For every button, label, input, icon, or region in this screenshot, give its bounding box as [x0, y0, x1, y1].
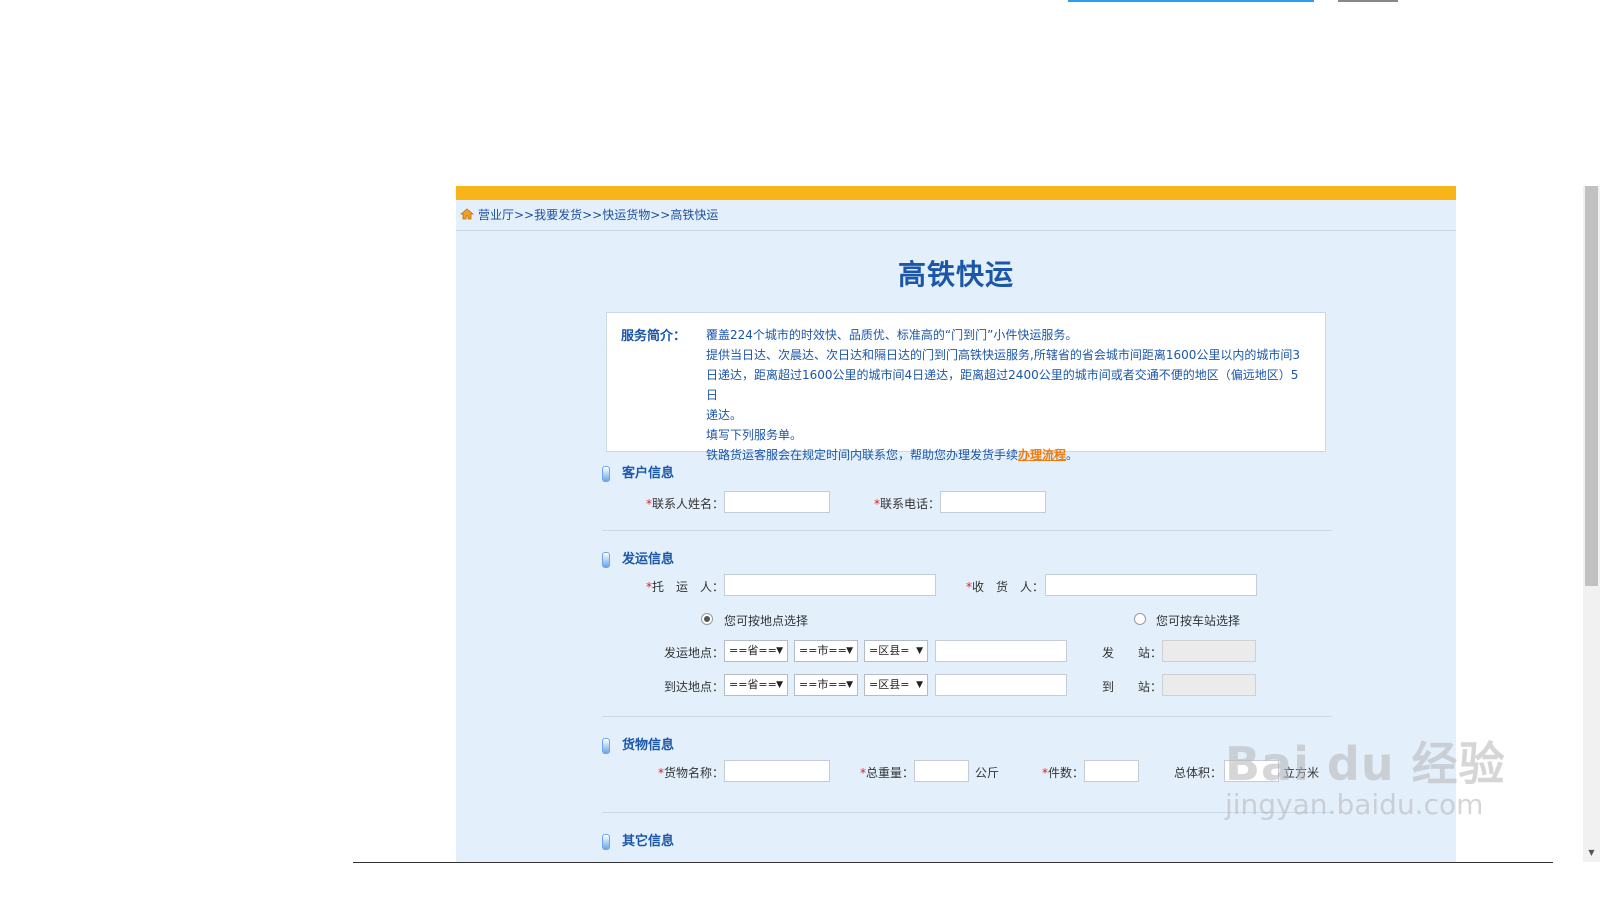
watermark-logo-text: Bai du 经验 — [1225, 737, 1506, 791]
section-title: 发运信息 — [622, 552, 675, 567]
origin-province-select[interactable]: ==省== ▼ — [724, 640, 788, 662]
total-volume-label: 总体积： — [1174, 766, 1223, 780]
station-mode-label[interactable]: 您可按车站选择 — [1156, 612, 1240, 629]
cargo-name-label: *货物名称： — [658, 766, 725, 780]
contact-phone-input[interactable] — [940, 491, 1046, 513]
intro-line: 覆盖224个城市的时效快、品质优、标准高的“门到门”小件快运服务。 — [706, 328, 1078, 342]
origin-county-select[interactable]: =区县= ▼ — [864, 640, 928, 662]
receiver-label: *收 货 人： — [966, 580, 1045, 594]
intro-line: 递达。 — [706, 408, 743, 422]
intro-line: 填写下列服务单。 — [706, 428, 803, 442]
chevron-down-icon: ▼ — [776, 680, 783, 690]
station-mode-radio[interactable] — [1134, 613, 1146, 625]
process-link[interactable]: 办理流程 — [1018, 448, 1066, 462]
other-section-heading: 其它信息 — [602, 830, 674, 850]
section-title: 客户信息 — [622, 466, 675, 481]
intro-line-text: 铁路货运客服会在规定时间内联系您，帮助您办理发货手续 — [706, 448, 1019, 462]
location-mode-label[interactable]: 您可按地点选择 — [724, 612, 808, 629]
receiver-input[interactable] — [1045, 574, 1257, 596]
section-title: 其它信息 — [622, 834, 675, 849]
baidu-watermark: Bai du 经验 jingyan.baidu.com — [1225, 728, 1506, 821]
section-marker-icon — [602, 737, 610, 754]
contact-phone-label: *联系电话： — [874, 497, 941, 511]
origin-station-input[interactable] — [1162, 640, 1256, 662]
header-accent-bar — [456, 186, 1456, 200]
cargo-name-input[interactable] — [724, 760, 830, 782]
weight-unit: 公斤 — [975, 766, 1000, 780]
customer-section-heading: 客户信息 — [602, 462, 674, 482]
dest-address-input[interactable] — [935, 674, 1067, 696]
breadcrumb-text[interactable]: 营业厅>>我要发货>>快运货物>>高铁快运 — [478, 208, 718, 222]
intro-label: 服务简介： — [621, 329, 687, 344]
chevron-down-icon: ▼ — [846, 646, 853, 656]
cargo-section-heading: 货物信息 — [602, 734, 674, 754]
dest-province-select[interactable]: ==省== ▼ — [724, 674, 788, 696]
service-intro-box: 服务简介： 覆盖224个城市的时效快、品质优、标准高的“门到门”小件快运服务。 … — [606, 312, 1326, 462]
dest-station-input[interactable] — [1162, 674, 1256, 696]
origin-location-label: 发运地点： — [664, 646, 725, 660]
top-tab-indicator — [1068, 0, 1314, 2]
destination-location-label: 到达地点： — [664, 680, 725, 694]
total-weight-label: *总重量： — [860, 766, 915, 780]
dest-station-label: 到 站： — [1102, 680, 1163, 694]
intro-line: 提供当日达、次晨达、次日达和隔日达的门到门高铁快运服务,所辖省的省会城市间距离1… — [706, 348, 1300, 362]
origin-station-label: 发 站： — [1102, 646, 1163, 660]
shipper-input[interactable] — [724, 574, 936, 596]
dest-county-select[interactable]: =区县= ▼ — [864, 674, 928, 696]
intro-line-end: 。 — [1066, 448, 1079, 462]
dest-city-select[interactable]: ==市== ▼ — [794, 674, 858, 696]
bottom-border — [353, 862, 1553, 863]
origin-address-input[interactable] — [935, 640, 1067, 662]
section-title: 货物信息 — [622, 738, 675, 753]
section-divider — [602, 530, 1332, 531]
breadcrumb[interactable]: 营业厅>>我要发货>>快运货物>>高铁快运 — [456, 200, 1456, 231]
intro-text: 覆盖224个城市的时效快、品质优、标准高的“门到门”小件快运服务。 提供当日达、… — [706, 325, 1306, 465]
section-marker-icon — [602, 833, 610, 850]
section-divider — [602, 812, 1332, 813]
shipper-label: *托 运 人： — [646, 580, 725, 594]
top-tab-indicator-gray — [1338, 0, 1398, 2]
origin-city-select[interactable]: ==市== ▼ — [794, 640, 858, 662]
scrollbar-thumb[interactable] — [1585, 186, 1598, 586]
contact-name-input[interactable] — [724, 491, 830, 513]
watermark-url: jingyan.baidu.com — [1225, 788, 1484, 821]
piece-count-label: *件数： — [1042, 766, 1085, 780]
piece-count-input[interactable] — [1084, 760, 1139, 782]
chevron-down-icon: ▼ — [776, 646, 783, 656]
page-title: 高铁快运 — [897, 258, 1014, 291]
section-divider — [602, 716, 1332, 717]
total-weight-input[interactable] — [914, 760, 969, 782]
contact-name-label: *联系人姓名： — [646, 497, 725, 511]
intro-line: 日递达，距离超过1600公里的城市间4日递达，距离超过2400公里的城市间或者交… — [706, 368, 1299, 402]
location-mode-radio[interactable] — [701, 613, 713, 625]
home-icon[interactable] — [459, 201, 475, 231]
section-marker-icon — [602, 465, 610, 482]
section-marker-icon — [602, 551, 610, 568]
scroll-down-arrow-icon[interactable]: ▼ — [1585, 848, 1598, 860]
chevron-down-icon: ▼ — [846, 680, 853, 690]
chevron-down-icon: ▼ — [916, 646, 923, 656]
shipping-section-heading: 发运信息 — [602, 548, 674, 568]
chevron-down-icon: ▼ — [916, 680, 923, 690]
intro-line: 铁路货运客服会在规定时间内联系您，帮助您办理发货手续办理流程。 — [706, 445, 1306, 465]
